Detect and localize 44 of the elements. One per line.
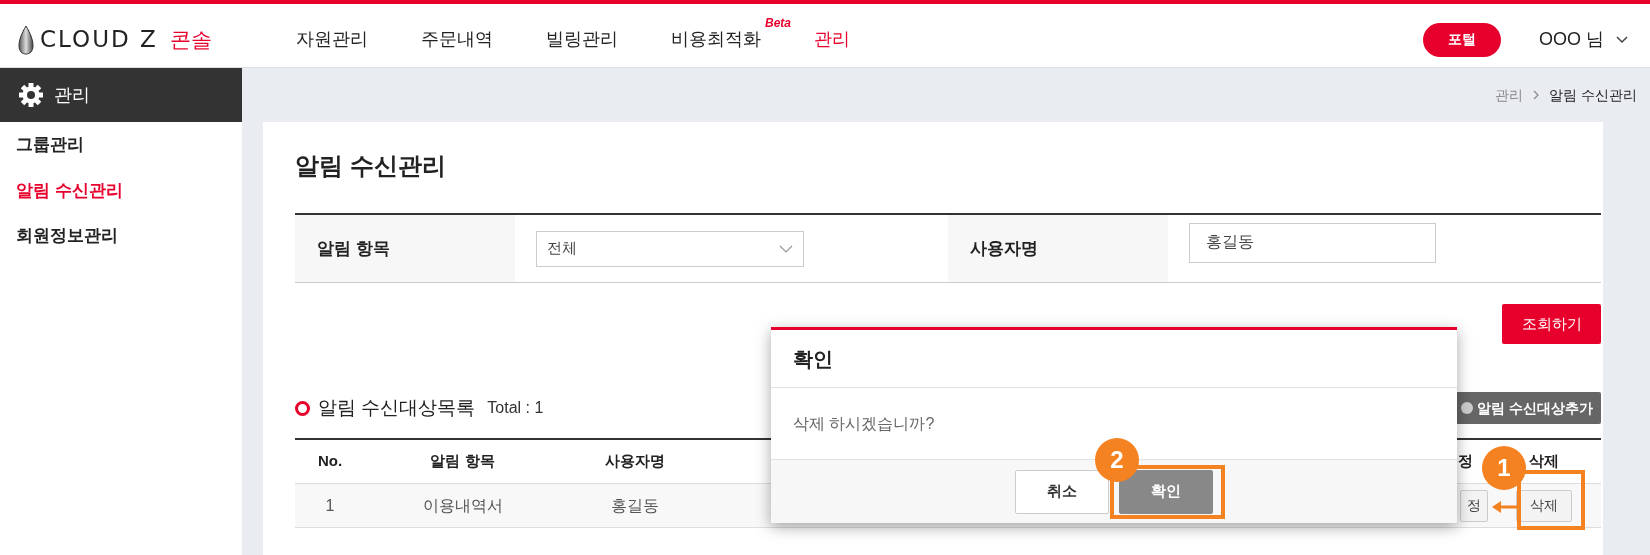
filter-label: 알림 항목 bbox=[295, 215, 515, 282]
nav-link[interactable]: 관리 bbox=[814, 29, 850, 49]
search-button[interactable]: 조회하기 bbox=[1502, 304, 1601, 344]
beta-label: Beta bbox=[765, 15, 791, 32]
breadcrumb-item: 알림 수신관리 bbox=[1549, 85, 1637, 105]
arrow-left-icon bbox=[1492, 501, 1518, 513]
portal-button[interactable]: 포털 bbox=[1423, 22, 1501, 57]
sidebar-item[interactable]: 그룹관리 bbox=[16, 132, 242, 158]
user-name[interactable]: OOO 님 bbox=[1539, 26, 1604, 53]
nav-link[interactable]: 비용최적화 bbox=[671, 29, 761, 49]
nav-link[interactable]: 빌링관리 bbox=[546, 29, 618, 49]
dialog-title: 확인 bbox=[793, 346, 833, 372]
table-cell-text: 홍길동 bbox=[610, 495, 660, 516]
sidebar-item[interactable]: 알림 수신관리 bbox=[16, 177, 242, 203]
chevron-down-icon bbox=[779, 244, 793, 253]
confirm-button[interactable]: 확인 bbox=[1119, 469, 1213, 514]
delete-button[interactable]: 삭제 bbox=[1515, 489, 1572, 522]
column-header: 삭제 bbox=[1528, 452, 1559, 470]
total-count: Total : 1 bbox=[487, 398, 544, 418]
sidebar-title: 관리 bbox=[54, 83, 90, 107]
text-field[interactable]: 홍길동 bbox=[1189, 222, 1436, 263]
logo-text: CLOUD Z bbox=[40, 25, 158, 55]
sidebar-item[interactable]: 회원정보관리 bbox=[16, 223, 242, 249]
nav-link[interactable]: 주문내역 bbox=[421, 29, 493, 49]
table-cell-text: 이용내역서 bbox=[421, 495, 504, 516]
page-title: 알림 수신관리 bbox=[295, 151, 447, 181]
chevron-down-icon[interactable] bbox=[1616, 35, 1628, 44]
chevron-right-icon bbox=[1533, 90, 1540, 100]
nav-link[interactable]: 자원관리 bbox=[296, 29, 368, 49]
column-header: 알림 항목 bbox=[430, 452, 495, 470]
plus-icon bbox=[1461, 402, 1474, 414]
edit-button[interactable]: 정 bbox=[1460, 489, 1488, 522]
column-header: 정 bbox=[1458, 452, 1473, 470]
dropdown[interactable]: 전체 bbox=[536, 230, 804, 267]
gear-icon bbox=[18, 82, 44, 108]
column-header: 사용자명 bbox=[605, 452, 665, 470]
dialog-message: 삭제 하시겠습니까? bbox=[793, 413, 935, 434]
logo-subtitle: 콘솔 bbox=[169, 26, 212, 53]
drop-logo-icon bbox=[18, 24, 34, 55]
table-cell-text: 1 bbox=[324, 495, 336, 516]
filter-label: 사용자명 bbox=[948, 215, 1168, 282]
section-title: 알림 수신대상목록 bbox=[318, 395, 476, 420]
cancel-button[interactable]: 취소 bbox=[1015, 469, 1109, 514]
column-header: No. bbox=[317, 452, 343, 470]
